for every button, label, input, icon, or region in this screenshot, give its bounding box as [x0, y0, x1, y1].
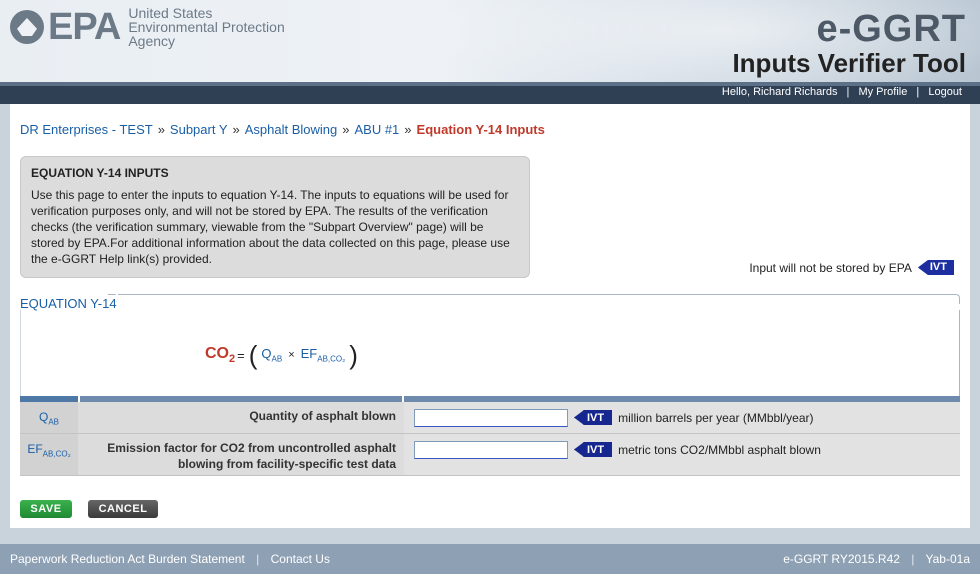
input-symbol-qab[interactable]: QAB: [20, 402, 78, 433]
input-unit: million barrels per year (MMbbl/year): [618, 411, 814, 425]
formula-term-base: EF: [300, 346, 318, 362]
formula-open-paren: (: [248, 340, 258, 370]
epa-flower-icon: [10, 10, 44, 44]
input-label: Quantity of asphalt blown: [249, 409, 396, 423]
input-cell: IVT million barrels per year (MMbbl/year…: [404, 402, 960, 433]
formula-term-sub: AB: [271, 354, 283, 364]
app-name: e-GGRT: [816, 8, 966, 50]
equation-title: EQUATION Y-14: [20, 296, 117, 311]
site-header: EPA United States Environmental Protecti…: [0, 0, 980, 82]
separator: |: [916, 86, 920, 98]
paperwork-link[interactable]: Paperwork Reduction Act Burden Statement: [10, 552, 245, 566]
formula-equals: =: [237, 347, 245, 363]
footer-links: Paperwork Reduction Act Burden Statement…: [10, 552, 330, 566]
breadcrumb: DR Enterprises - TEST » Subpart Y » Asphalt …: [20, 122, 545, 137]
table-row: EFAB,CO₂ Emission factor for CO2 from un…: [20, 434, 960, 476]
separator: |: [846, 86, 850, 98]
build-text: Yab-01a: [925, 552, 970, 566]
user-bar: Hello, Richard Richards | My Profile | L…: [0, 82, 980, 104]
formula-term-sub: AB,CO₂: [317, 354, 346, 364]
epa-logo[interactable]: EPA United States Environmental Protecti…: [10, 6, 285, 48]
ivt-notice: Input will not be stored by EPA IVT: [749, 260, 954, 275]
agency-line: Environmental Protection: [128, 19, 285, 35]
main-content: DR Enterprises - TEST » Subpart Y » Asphalt …: [10, 104, 970, 528]
equation-formula: CO2 = ( QAB × EFAB,CO₂ ): [205, 340, 358, 370]
input-symbol-ef[interactable]: EFAB,CO₂: [20, 434, 78, 475]
user-greeting[interactable]: Hello, Richard Richards: [722, 86, 838, 98]
inputs-table: QAB Quantity of asphalt blown IVT millio…: [20, 396, 960, 476]
version-text: e-GGRT RY2015.R42: [783, 552, 900, 566]
formula-close-paren: ): [349, 340, 358, 370]
formula-lhs: CO2: [205, 345, 235, 365]
my-profile-link[interactable]: My Profile: [858, 86, 907, 98]
site-footer: Paperwork Reduction Act Burden Statement…: [0, 544, 980, 574]
separator: |: [911, 552, 915, 566]
symbol-base: EF: [27, 442, 43, 456]
instructions-text: Use this page to enter the inputs to equ…: [31, 188, 510, 266]
contact-link[interactable]: Contact Us: [271, 552, 330, 566]
breadcrumb-separator: »: [342, 122, 350, 137]
instructions-title: EQUATION Y-14 INPUTS: [31, 166, 169, 180]
symbol-base: Q: [38, 410, 49, 424]
app-subtitle: Inputs Verifier Tool: [732, 48, 966, 78]
breadcrumb-separator: »: [157, 122, 165, 137]
table-row: QAB Quantity of asphalt blown IVT millio…: [20, 402, 960, 434]
breadcrumb-separator: »: [404, 122, 412, 137]
formula-term-qab[interactable]: QAB: [261, 346, 282, 364]
ivt-tag-icon: IVT: [917, 260, 954, 275]
breadcrumb-process[interactable]: Asphalt Blowing: [245, 122, 338, 137]
formula-term-ef[interactable]: EFAB,CO₂: [301, 346, 346, 364]
footer-version: e-GGRT RY2015.R42 | Yab-01a: [783, 552, 970, 566]
ivt-notice-text: Input will not be stored by EPA: [749, 260, 912, 275]
epa-wordmark: EPA: [48, 6, 121, 48]
logout-link[interactable]: Logout: [928, 86, 962, 98]
symbol-sub: AB,CO₂: [42, 449, 71, 459]
input-label: Emission factor for CO2 from uncontrolle…: [107, 441, 396, 471]
breadcrumb-subpart[interactable]: Subpart Y: [170, 122, 228, 137]
agency-line: United States: [128, 5, 213, 21]
save-button[interactable]: SAVE: [20, 500, 72, 518]
agency-name: United States Environmental Protection A…: [128, 6, 284, 48]
user-links: Hello, Richard Richards | My Profile | L…: [722, 86, 962, 98]
asphalt-quantity-input[interactable]: [414, 409, 568, 427]
breadcrumb-unit[interactable]: ABU #1: [354, 122, 399, 137]
formula-lhs-sub: 2: [229, 353, 236, 366]
ivt-tag-icon: IVT: [574, 410, 613, 425]
formula-lhs-base: CO: [205, 344, 229, 362]
input-cell: IVT metric tons CO2/MMbbl asphalt blown: [404, 434, 960, 475]
cancel-button[interactable]: CANCEL: [88, 500, 158, 518]
symbol-sub: AB: [48, 417, 59, 427]
breadcrumb-current: Equation Y-14 Inputs: [416, 122, 545, 137]
panel-tab-border: [118, 294, 960, 304]
breadcrumb-facility[interactable]: DR Enterprises - TEST: [20, 122, 153, 137]
formula-times: ×: [288, 349, 295, 361]
ivt-tag-icon: IVT: [574, 442, 613, 457]
breadcrumb-separator: »: [232, 122, 240, 137]
instructions-box: EQUATION Y-14 INPUTS Use this page to en…: [20, 156, 530, 278]
equation-body: CO2 = ( QAB × EFAB,CO₂ ): [20, 310, 960, 396]
equation-panel: EQUATION Y-14 CO2 = ( QAB × EFAB,CO₂ ) Q…: [20, 294, 960, 478]
agency-line: Agency: [128, 33, 176, 49]
input-unit: metric tons CO2/MMbbl asphalt blown: [618, 443, 821, 457]
formula-term-base: Q: [261, 346, 272, 362]
emission-factor-input[interactable]: [414, 441, 568, 459]
separator: |: [256, 552, 260, 566]
